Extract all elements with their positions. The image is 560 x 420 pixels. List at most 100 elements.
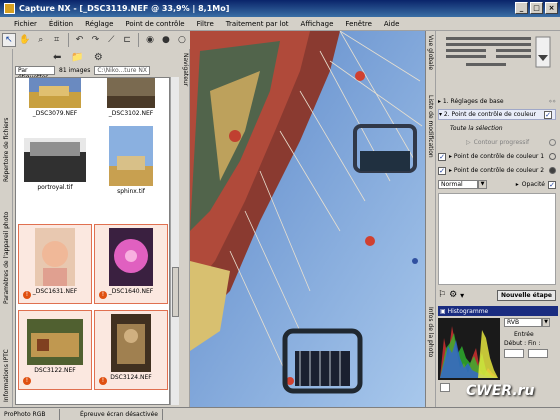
- watermark-logo: CWER.ru: [466, 383, 535, 399]
- end-input[interactable]: [528, 349, 548, 358]
- step-toolbar: ⚐ ⚙ ▾ Nouvelle étape: [438, 288, 556, 302]
- thumbnail[interactable]: ! DSC3122.NEF: [18, 310, 92, 390]
- thumbnail-filename: _DSC3079.NEF: [32, 110, 78, 117]
- menu-reglage[interactable]: Réglage: [79, 20, 119, 28]
- menu-point-de-controle[interactable]: Point de contrôle: [119, 20, 190, 28]
- tab-label: Répertoire de fichiers: [3, 117, 10, 182]
- color-control-point-icon[interactable]: ◉: [143, 33, 157, 47]
- menu-affichage[interactable]: Affichage: [295, 20, 340, 28]
- options-icon[interactable]: ⋄⋄: [548, 98, 556, 105]
- thumbnail-image: [35, 228, 75, 286]
- menu-edition[interactable]: Édition: [43, 20, 79, 28]
- start-input[interactable]: [504, 349, 524, 358]
- tab-iptc[interactable]: Informations IPTC: [1, 307, 12, 402]
- overview-preview: [446, 36, 551, 68]
- group-by-select[interactable]: Par étiquettes: [15, 65, 55, 81]
- color-profile: ProPhoto RGB: [0, 408, 60, 420]
- cp1-radio[interactable]: [549, 153, 556, 160]
- end-label: Fin :: [528, 340, 541, 347]
- tab-overview[interactable]: Vue globale: [426, 31, 436, 91]
- histogram-chart: [438, 318, 500, 380]
- menu-fichier[interactable]: Fichier: [0, 20, 43, 28]
- contour-row[interactable]: ▷ Contour progressif: [438, 137, 556, 148]
- cp1-checkbox[interactable]: ✓: [438, 152, 446, 161]
- thumbnail-grid: _DSC3079.NEF _DSC3102.NEF portroyal.tif …: [15, 77, 170, 405]
- straighten-icon[interactable]: ⟋: [104, 33, 118, 47]
- black-control-point-icon[interactable]: ●: [159, 33, 173, 47]
- channel-dropdown-icon[interactable]: ▼: [542, 318, 550, 327]
- thumbnail[interactable]: sphinx.tif: [94, 126, 168, 204]
- thumbnail[interactable]: ! _DSC1640.NEF: [94, 224, 168, 304]
- thumbnail[interactable]: ! DSC3124.NEF: [94, 310, 168, 390]
- badge-icon: !: [99, 291, 107, 299]
- tab-edit-list[interactable]: Liste de modification: [426, 91, 436, 303]
- channel-select[interactable]: RVB: [504, 318, 542, 327]
- thumbnail-filename: DSC3122.NEF: [34, 367, 76, 374]
- tab-label: Infos de la photo: [427, 307, 434, 358]
- carousel-photo: [190, 31, 425, 407]
- control-point-1-row[interactable]: ✓ ▸ Point de contrôle de couleur 1: [438, 151, 556, 162]
- opacity-arrow-icon[interactable]: ▸: [516, 181, 519, 188]
- menu-traitement-par-lot[interactable]: Traitement par lot: [220, 20, 295, 28]
- add-step-icon[interactable]: ⚐: [438, 290, 446, 300]
- select-tool-icon[interactable]: ↖: [2, 33, 16, 47]
- step-color-control-point[interactable]: ▾ 2. Point de contrôle de couleur ✓: [438, 109, 556, 120]
- rotate-right-icon[interactable]: ↷: [88, 33, 102, 47]
- crop-tool-icon[interactable]: ⌗: [50, 33, 64, 47]
- cp2-checkbox[interactable]: ✓: [438, 166, 446, 175]
- blend-mode-select[interactable]: Normal: [438, 180, 478, 189]
- step-label: 2. Point de contrôle de couleur: [443, 111, 536, 118]
- tab-file-directory[interactable]: Répertoire de fichiers: [1, 67, 12, 182]
- tab-label: Liste de modification: [427, 95, 434, 158]
- menu-fenetre[interactable]: Fenêtre: [339, 20, 377, 28]
- step-enabled-checkbox[interactable]: ✓: [544, 110, 552, 119]
- blend-dropdown-icon[interactable]: ▼: [478, 180, 487, 189]
- menu-aide[interactable]: Aide: [378, 20, 405, 28]
- soft-proof-status: Épreuve écran désactivée: [76, 408, 163, 420]
- zoom-tool-icon[interactable]: ⌕: [34, 33, 48, 47]
- new-step-button[interactable]: Nouvelle étape: [496, 289, 556, 301]
- contour-label: Contour progressif: [473, 139, 530, 146]
- control-point-2-row[interactable]: ✓ ▸ Point de contrôle de couleur 2: [438, 165, 556, 176]
- thumbnail[interactable]: ! _DSC1631.NEF: [18, 224, 92, 304]
- close-button[interactable]: ×: [545, 2, 558, 14]
- left-side-tabs: Répertoire de fichiers Paramètres de l'a…: [0, 49, 13, 407]
- step-menu-icon[interactable]: ▾: [460, 291, 464, 300]
- browser-scrollbar[interactable]: [170, 77, 179, 405]
- menu-filtre[interactable]: Filtre: [191, 20, 220, 28]
- navigator-tab[interactable]: Navigateur: [180, 49, 190, 407]
- tab-camera-settings[interactable]: Paramètres de l'appareil photo: [1, 184, 12, 304]
- rotate-left-icon[interactable]: ↶: [73, 33, 87, 47]
- main-image[interactable]: [190, 31, 425, 407]
- white-control-point-icon[interactable]: ○: [175, 33, 189, 47]
- selection-text: Toute la sélection: [450, 125, 503, 132]
- thumbnail-image: [109, 126, 153, 186]
- thumbnail[interactable]: portroyal.tif: [18, 134, 92, 200]
- thumbnail[interactable]: _DSC3079.NEF: [18, 78, 92, 122]
- cp2-label: Point de contrôle de couleur 2: [453, 167, 545, 174]
- tab-label: Vue globale: [427, 35, 434, 71]
- thumbnail-image: [29, 78, 81, 108]
- selection-label: Toute la sélection: [438, 123, 556, 134]
- cp2-radio[interactable]: [549, 167, 556, 174]
- title-bar: Capture NX - [_DSC3119.NEF @ 33,9% | 8,1…: [0, 0, 560, 17]
- histogram-slider[interactable]: [440, 383, 450, 392]
- right-panel: Vue globale Liste de modification Infos …: [425, 31, 560, 407]
- tab-photo-info[interactable]: Infos de la photo: [426, 303, 436, 407]
- thumbnail[interactable]: _DSC3102.NEF: [94, 78, 168, 122]
- thumbnail-filename: _DSC3102.NEF: [108, 110, 154, 117]
- thumbnail-image: [109, 228, 153, 286]
- minimize-button[interactable]: _: [515, 2, 528, 14]
- view-options-icon[interactable]: ⚙: [94, 52, 103, 63]
- opacity-checkbox[interactable]: ✓: [548, 180, 556, 189]
- contour-radio[interactable]: [549, 139, 556, 146]
- step-basic-adjustments[interactable]: ▸ 1. Réglages de base ⋄⋄: [438, 96, 556, 107]
- folder-path: C:\Niko...ture NX: [94, 65, 150, 75]
- crop-icon[interactable]: ⊏: [120, 33, 134, 47]
- menu-bar: Fichier Édition Réglage Point de contrôl…: [0, 17, 560, 31]
- folder-up-icon[interactable]: 📁: [71, 52, 83, 63]
- batch-icon[interactable]: ⚙: [449, 290, 457, 300]
- hand-tool-icon[interactable]: ✋: [18, 33, 32, 47]
- folder-back-icon[interactable]: ⬅: [53, 52, 61, 63]
- maximize-button[interactable]: □: [530, 2, 543, 14]
